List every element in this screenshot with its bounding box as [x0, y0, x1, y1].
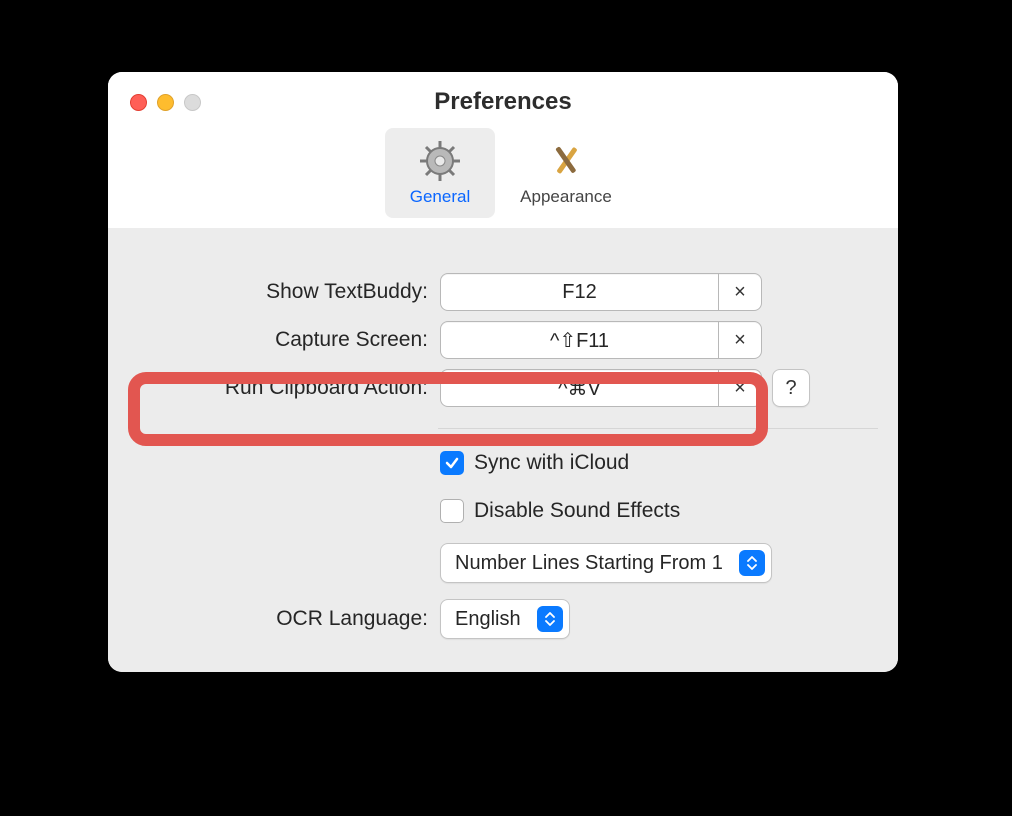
titlebar: Preferences General — [108, 72, 898, 229]
checkbox-disable-sound[interactable] — [440, 499, 464, 523]
window-title: Preferences — [108, 88, 898, 116]
tab-general[interactable]: General — [385, 128, 495, 218]
label-show-textbuddy: Show TextBuddy: — [108, 280, 430, 304]
gear-icon — [418, 139, 462, 183]
row-ocr-language: OCR Language: English — [108, 591, 898, 647]
preferences-body: Show TextBuddy: F12 × Capture Screen: ^⇧… — [108, 228, 898, 672]
row-capture-screen: Capture Screen: ^⇧F11 × — [108, 316, 898, 364]
preferences-window: Preferences General — [108, 72, 898, 672]
clear-shortcut-button[interactable]: × — [718, 274, 761, 310]
popup-value: Number Lines Starting From 1 — [441, 552, 737, 575]
shortcut-capture-screen[interactable]: ^⇧F11 × — [440, 321, 762, 359]
appearance-icon — [544, 139, 588, 183]
shortcut-value: F12 — [441, 281, 718, 304]
tab-label: General — [410, 187, 470, 207]
row-number-lines: Number Lines Starting From 1 — [108, 535, 898, 591]
shortcut-show-textbuddy[interactable]: F12 × — [440, 273, 762, 311]
popup-value: English — [441, 608, 535, 631]
clear-shortcut-button[interactable]: × — [718, 322, 761, 358]
tab-appearance[interactable]: Appearance — [511, 128, 621, 218]
row-disable-sound: Disable Sound Effects — [108, 487, 898, 535]
shortcut-value: ^⇧F11 — [441, 328, 718, 353]
label-ocr-language: OCR Language: — [108, 607, 430, 631]
updown-icon — [739, 550, 765, 576]
shortcut-value: ^⌘V — [441, 376, 718, 401]
help-button[interactable]: ? — [772, 369, 810, 407]
label-sync-icloud: Sync with iCloud — [474, 451, 629, 475]
updown-icon — [537, 606, 563, 632]
row-sync-icloud: Sync with iCloud — [108, 439, 898, 487]
tab-label: Appearance — [520, 187, 612, 207]
label-run-clipboard-action: Run Clipboard Action: — [108, 376, 430, 400]
label-disable-sound: Disable Sound Effects — [474, 499, 680, 523]
clear-shortcut-button[interactable]: × — [718, 370, 761, 406]
label-capture-screen: Capture Screen: — [108, 328, 430, 352]
toolbar-tabs: General Appearance — [108, 128, 898, 218]
checkbox-sync-icloud[interactable] — [440, 451, 464, 475]
popup-ocr-language[interactable]: English — [440, 599, 570, 639]
row-show-textbuddy: Show TextBuddy: F12 × — [108, 268, 898, 316]
popup-number-lines[interactable]: Number Lines Starting From 1 — [440, 543, 772, 583]
row-run-clipboard-action: Run Clipboard Action: ^⌘V × ? — [108, 364, 898, 412]
shortcut-run-clipboard-action[interactable]: ^⌘V × — [440, 369, 762, 407]
section-divider — [438, 428, 878, 429]
